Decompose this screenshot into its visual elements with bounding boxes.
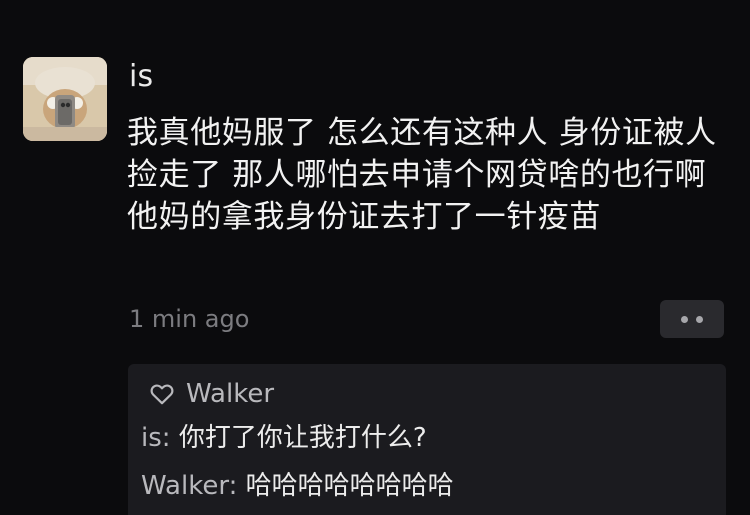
- avatar-image: [23, 57, 107, 141]
- comment-author[interactable]: is: [141, 423, 162, 453]
- more-dot-icon: [696, 315, 703, 323]
- comment-row[interactable]: is: 你打了你让我打什么?: [141, 420, 427, 456]
- post-timestamp: 1 min ago: [129, 305, 250, 333]
- likes-row: Walker: [150, 372, 274, 416]
- comment-author[interactable]: Walker: [141, 471, 229, 501]
- post-author[interactable]: is: [129, 57, 153, 97]
- post-card: is 我真他妈服了 怎么还有这种人 身份证被人捡走了 那人哪怕去申请个网贷啥的也…: [0, 0, 750, 515]
- heart-outline-icon[interactable]: [150, 383, 174, 405]
- comment-text: 哈哈哈哈哈哈哈哈: [245, 471, 454, 501]
- avatar[interactable]: [23, 57, 107, 141]
- liker-name[interactable]: Walker: [186, 379, 274, 409]
- comment-panel: Walker is: 你打了你让我打什么? Walker: 哈哈哈哈哈哈哈哈: [128, 364, 726, 515]
- comment-row[interactable]: Walker: 哈哈哈哈哈哈哈哈: [141, 468, 454, 504]
- more-dot-icon: [681, 315, 688, 323]
- more-options-button[interactable]: [660, 300, 724, 338]
- comment-text: 你打了你让我打什么?: [178, 423, 427, 453]
- comment-separator: :: [161, 423, 179, 453]
- post-content: 我真他妈服了 怎么还有这种人 身份证被人捡走了 那人哪怕去申请个网贷啥的也行啊 …: [127, 115, 717, 235]
- comment-separator: :: [228, 471, 246, 501]
